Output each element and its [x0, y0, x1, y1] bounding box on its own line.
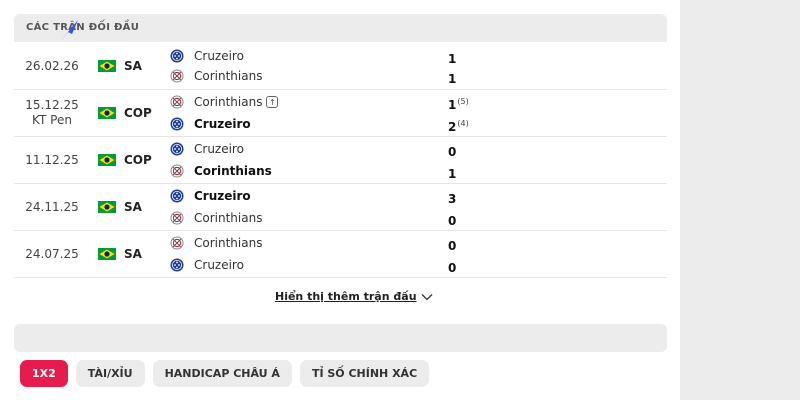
home-score: 0: [448, 239, 457, 253]
away-score: 1: [448, 72, 457, 86]
away-team: Cruzeiro: [170, 255, 244, 275]
corinthians-crest-icon: [170, 95, 184, 109]
team-name: Corinthians: [194, 211, 263, 225]
team-name: Cruzeiro: [194, 49, 244, 63]
match-date: 15.12.25 KT Pen: [25, 98, 79, 127]
brazil-flag-icon: [98, 201, 116, 213]
home-team: Cruzeiro: [170, 186, 251, 206]
tab-asian-handicap[interactable]: HANDICAP CHÂU Á: [152, 360, 292, 387]
chevron-down-icon: [421, 293, 432, 300]
away-score: 2(4): [448, 119, 469, 134]
away-team: Corinthians: [170, 66, 262, 86]
home-score: 1(5): [448, 97, 469, 112]
match-date: 24.11.25: [25, 200, 79, 214]
match-date: 24.07.25: [25, 247, 79, 261]
away-team: Cruzeiro: [170, 114, 251, 134]
corinthians-crest-icon: [170, 236, 184, 250]
odds-tabs: 1X2 TÀI/XỈU HANDICAP CHÂU Á TỈ SỐ CHÍNH …: [20, 360, 430, 387]
head-to-head-panel: CÁC TRẬN ĐỐI ĐẦU 26.02.26 SA Cruzeiro Co…: [0, 0, 680, 400]
competition-label: SA: [124, 59, 142, 73]
team-name: Cruzeiro: [194, 117, 251, 131]
corinthians-crest-icon: [170, 211, 184, 225]
match-row-4[interactable]: 24.11.25 SA Cruzeiro Corinthians 3 0: [14, 185, 667, 231]
competition-label: SA: [124, 247, 142, 261]
competition-label: COP: [124, 106, 152, 120]
away-score: 1: [448, 167, 457, 181]
home-score: 0: [448, 145, 457, 159]
home-team: Corinthians: [170, 233, 262, 253]
team-name: Corinthians: [194, 95, 263, 109]
corinthians-crest-icon: [170, 164, 184, 178]
home-score: 3: [448, 192, 457, 206]
away-score: 0: [448, 261, 457, 275]
competition-label: COP: [124, 153, 152, 167]
team-name: Corinthians: [194, 69, 263, 83]
away-score: 0: [448, 214, 457, 228]
match-date: 11.12.25: [25, 153, 79, 167]
cruzeiro-crest-icon: [170, 189, 184, 203]
cruzeiro-crest-icon: [170, 142, 184, 156]
team-name: Cruzeiro: [194, 142, 244, 156]
competition-label: SA: [124, 200, 142, 214]
cruzeiro-crest-icon: [170, 117, 184, 131]
cruzeiro-crest-icon: [170, 258, 184, 272]
brazil-flag-icon: [98, 107, 116, 119]
team-name: Corinthians: [194, 236, 263, 250]
advance-arrow-icon: ↑: [266, 96, 279, 108]
away-team: Corinthians: [170, 208, 262, 228]
team-name: Cruzeiro: [194, 258, 244, 272]
brazil-flag-icon: [98, 248, 116, 260]
section-title: CÁC TRẬN ĐỐI ĐẦU: [26, 22, 140, 33]
team-name: Cruzeiro: [194, 189, 251, 203]
tab-1x2[interactable]: 1X2: [20, 360, 68, 387]
home-team: Corinthians ↑: [170, 92, 279, 112]
brazil-flag-icon: [98, 60, 116, 72]
home-team: Cruzeiro: [170, 46, 244, 66]
arrow-pointer-icon: [60, 20, 78, 42]
corinthians-crest-icon: [170, 69, 184, 83]
tab-over-under[interactable]: TÀI/XỈU: [75, 360, 145, 387]
brazil-flag-icon: [98, 154, 116, 166]
home-score: 1: [448, 52, 457, 66]
match-row-1[interactable]: 26.02.26 SA Cruzeiro Corinthians 1 1: [14, 44, 667, 90]
match-date: 26.02.26: [25, 59, 79, 73]
team-name: Corinthians: [194, 164, 272, 178]
odds-section-header: [14, 324, 667, 352]
cruzeiro-crest-icon: [170, 49, 184, 63]
match-row-2[interactable]: 15.12.25 KT Pen COP Corinthians ↑ Cruzei…: [14, 91, 667, 137]
match-row-5[interactable]: 24.07.25 SA Corinthians Cruzeiro 0 0: [14, 232, 667, 278]
home-team: Cruzeiro: [170, 139, 244, 159]
match-row-3[interactable]: 11.12.25 COP Cruzeiro Corinthians 0 1: [14, 138, 667, 184]
away-team: Corinthians: [170, 161, 272, 181]
show-more-matches-link[interactable]: Hiển thị thêm trận đấu: [275, 290, 433, 303]
tab-correct-score[interactable]: TỈ SỐ CHÍNH XÁC: [299, 360, 430, 387]
section-header: CÁC TRẬN ĐỐI ĐẦU: [14, 14, 667, 42]
